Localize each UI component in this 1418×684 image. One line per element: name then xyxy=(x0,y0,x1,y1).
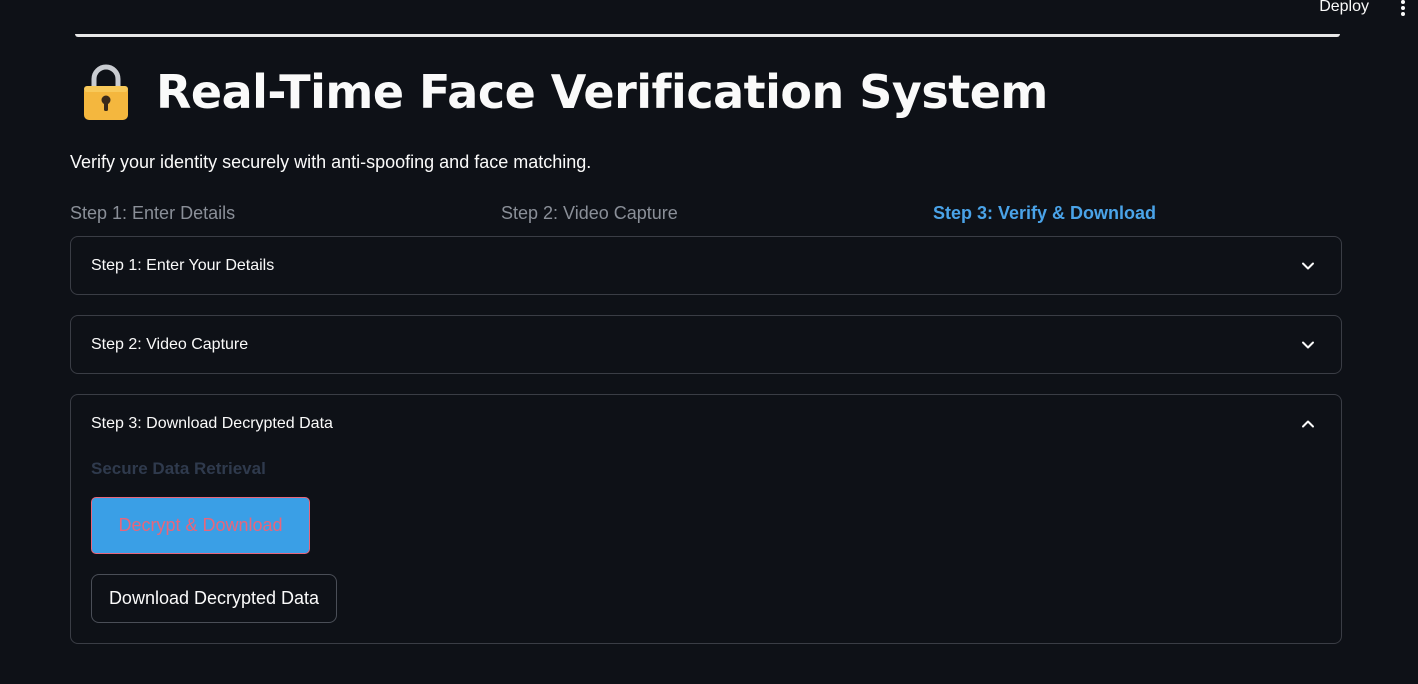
decrypt-download-button[interactable]: Decrypt & Download xyxy=(91,497,310,554)
expander-label: Step 3: Download Decrypted Data xyxy=(91,414,333,432)
title-row: Real-Time Face Verification System xyxy=(82,62,1048,122)
deploy-button[interactable]: Deploy xyxy=(1319,0,1369,16)
expander-header-step-2[interactable]: Step 2: Video Capture xyxy=(71,316,1341,373)
chevron-down-icon xyxy=(1302,341,1314,348)
expander-header-step-3[interactable]: Step 3: Download Decrypted Data xyxy=(71,395,1341,452)
expander-step-3: Step 3: Download Decrypted Data Secure D… xyxy=(70,394,1342,644)
chevron-down-icon xyxy=(1302,262,1314,269)
header-divider xyxy=(75,34,1340,37)
progress-step-1: Step 1: Enter Details xyxy=(70,203,236,223)
progress-step-3: Step 3: Verify & Download xyxy=(933,203,1157,223)
expander-header-step-1[interactable]: Step 1: Enter Your Details xyxy=(71,237,1341,294)
section-heading: Secure Data Retrieval xyxy=(91,459,266,478)
expander-step-2: Step 2: Video Capture xyxy=(70,315,1342,374)
vertical-dots-icon[interactable] xyxy=(1400,0,1406,18)
top-toolbar: Deploy xyxy=(0,0,1418,20)
chevron-up-icon xyxy=(1302,420,1314,427)
expander-step-1: Step 1: Enter Your Details xyxy=(70,236,1342,295)
page-title: Real-Time Face Verification System xyxy=(156,65,1048,119)
expander-label: Step 1: Enter Your Details xyxy=(91,256,275,274)
download-decrypted-data-button[interactable]: Download Decrypted Data xyxy=(91,574,337,623)
page-subtitle: Verify your identity securely with anti-… xyxy=(70,152,592,172)
expander-label: Step 2: Video Capture xyxy=(91,335,249,353)
lock-icon xyxy=(82,62,130,122)
progress-step-2: Step 2: Video Capture xyxy=(501,203,678,223)
